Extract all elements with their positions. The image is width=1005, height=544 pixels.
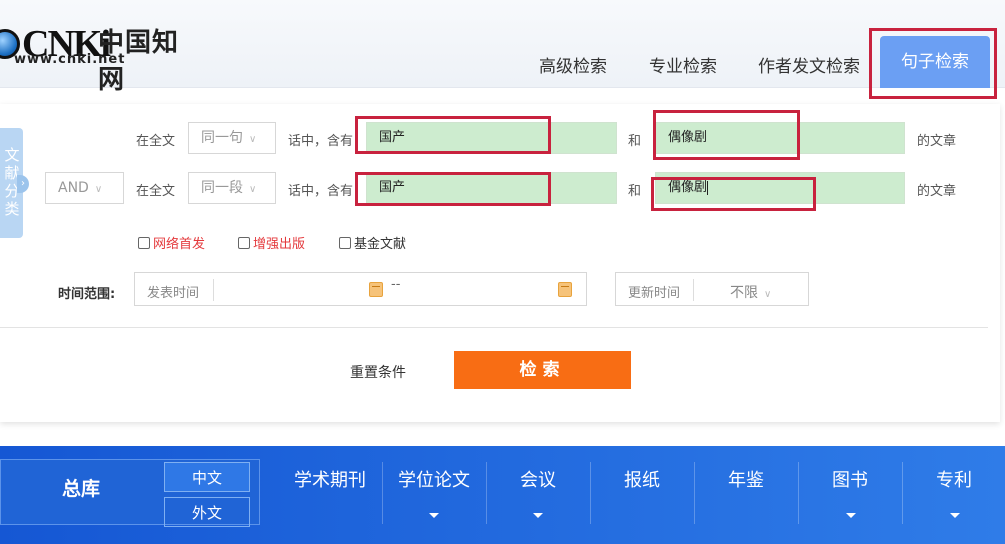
checkbox-label: 网络首发	[153, 237, 206, 252]
checkbox-label: 增强出版	[253, 237, 306, 252]
form-divider	[0, 327, 988, 328]
row2-term1-input[interactable]: 国产	[366, 172, 617, 204]
db-patents[interactable]: 专利	[902, 466, 1005, 492]
row2-term2-input[interactable]: 偶像剧	[655, 172, 905, 204]
row2-term2-value: 偶像剧	[668, 180, 708, 195]
divider	[693, 279, 694, 301]
checkbox-box[interactable]	[138, 236, 150, 249]
checkbox-online-first[interactable]: 网络首发	[138, 233, 205, 252]
caret-down-icon	[846, 513, 856, 518]
caret-down-icon	[429, 513, 439, 518]
checkbox-box[interactable]	[238, 236, 250, 249]
db-books[interactable]: 图书	[798, 466, 902, 492]
update-time-select[interactable]: 更新时间 不限 ∨	[615, 272, 809, 306]
publish-time-label: 发表时间	[147, 286, 200, 301]
search-button[interactable]: 检索	[454, 351, 631, 389]
row2-suffix: 的文章	[917, 184, 957, 199]
row1-and: 和	[628, 134, 642, 149]
row1-term2-input[interactable]: 偶像剧	[655, 122, 905, 154]
time-range-label: 时间范围:	[58, 287, 116, 302]
checkbox-label: 基金文献	[354, 237, 407, 252]
db-dissertations[interactable]: 学位论文	[382, 466, 486, 492]
update-time-label: 更新时间	[628, 286, 681, 301]
chevron-down-icon: ∨	[764, 289, 772, 300]
db-newspapers[interactable]: 报纸	[590, 466, 694, 492]
checkbox-box[interactable]	[339, 236, 351, 249]
lang-chinese[interactable]: 中文	[164, 462, 250, 492]
lang-foreign[interactable]: 外文	[164, 497, 250, 527]
db-yearbooks[interactable]: 年鉴	[694, 466, 798, 492]
row2-logic-select[interactable]: AND ∨	[45, 172, 124, 204]
caret-down-icon	[533, 513, 543, 518]
db-conferences[interactable]: 会议	[486, 466, 590, 492]
checkbox-enhanced-publication[interactable]: 增强出版	[238, 233, 305, 252]
calendar-icon[interactable]	[558, 282, 572, 297]
tab-author-search[interactable]: 作者发文检索	[758, 52, 860, 77]
chevron-down-icon: ∨	[94, 184, 103, 195]
row2-unit-select[interactable]: 同一段 ∨	[188, 172, 276, 204]
db-total-label: 总库	[62, 478, 101, 500]
range-dash: --	[391, 277, 401, 292]
row2-scope: 在全文	[136, 184, 176, 199]
calendar-icon[interactable]	[369, 282, 383, 297]
row2-unit-value: 同一段	[201, 180, 243, 196]
row2-connector: 话中，含有	[288, 184, 354, 199]
publish-time-range[interactable]: 发表时间 --	[134, 272, 587, 306]
row2-and: 和	[628, 184, 642, 199]
caret-down-icon	[950, 513, 960, 518]
text-caret	[707, 180, 709, 195]
row2-logic-value: AND	[58, 180, 89, 196]
checkbox-fund-literature[interactable]: 基金文献	[339, 233, 406, 252]
divider	[213, 279, 214, 301]
db-journals[interactable]: 学术期刊	[278, 466, 382, 492]
row1-scope: 在全文	[136, 134, 176, 149]
row1-unit-select[interactable]: 同一句 ∨	[188, 122, 276, 154]
row1-connector: 话中，含有	[288, 134, 354, 149]
reset-button[interactable]: 重置条件	[350, 362, 406, 382]
chevron-down-icon: ∨	[249, 134, 257, 145]
tab-professional-search[interactable]: 专业检索	[649, 52, 717, 77]
row1-unit-value: 同一句	[201, 130, 243, 146]
update-time-value: 不限 ∨	[730, 285, 772, 301]
header: CNKi 中国知网 www.cnki.net 高级检索 专业检索 作者发文检索 …	[0, 0, 1005, 95]
row1-suffix: 的文章	[917, 134, 957, 149]
logo-url: www.cnki.net	[14, 52, 126, 67]
tab-advanced-search[interactable]: 高级检索	[539, 52, 607, 77]
chevron-down-icon: ∨	[249, 184, 257, 195]
tab-sentence-search[interactable]: 句子检索	[880, 36, 990, 88]
cnki-logo[interactable]: CNKi 中国知网 www.cnki.net	[0, 18, 200, 95]
row1-term1-input[interactable]: 国产	[366, 122, 617, 154]
